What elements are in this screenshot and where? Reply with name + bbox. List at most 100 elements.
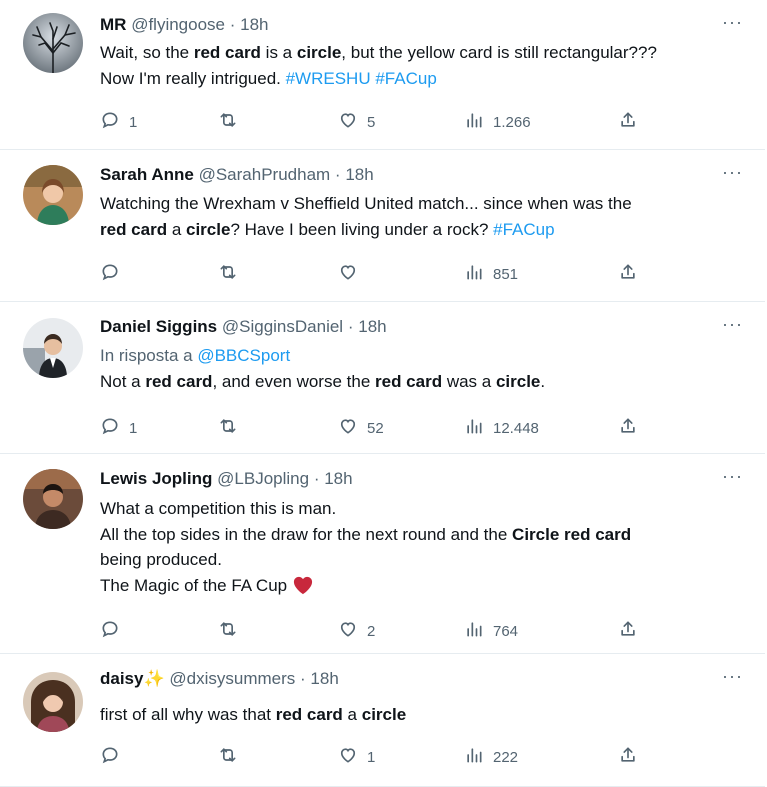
display-name[interactable]: Lewis Jopling	[100, 469, 212, 488]
sparkles-emoji: ✨	[143, 669, 165, 688]
tweet-header: Lewis Jopling @LBJopling · 18h	[100, 468, 353, 490]
avatar[interactable]	[23, 672, 83, 732]
text-segment: a	[342, 705, 362, 724]
like-button[interactable]: 5	[338, 110, 375, 134]
tweet-text: Watching the Wrexham v Sheffield United …	[100, 191, 750, 242]
avatar[interactable]	[23, 165, 83, 225]
reply-to-handle-link[interactable]: @BBCSport	[197, 346, 290, 365]
more-options-icon[interactable]: ···	[722, 12, 743, 33]
reply-icon	[100, 110, 120, 134]
views-button[interactable]: 12.448	[464, 416, 539, 440]
user-handle[interactable]: @dxisysummers	[169, 669, 295, 688]
share-button[interactable]	[618, 110, 638, 134]
more-options-icon[interactable]: ···	[722, 666, 743, 687]
views-chart-icon	[464, 416, 484, 440]
views-button[interactable]: 222	[464, 745, 518, 769]
more-options-icon[interactable]: ···	[722, 162, 743, 183]
text-segment: first of all why was that	[100, 705, 276, 724]
text-segment: Now I'm really intrigued.	[100, 68, 286, 88]
tweet[interactable]: Lewis Jopling @LBJopling · 18h ··· What a …	[0, 454, 765, 654]
text-segment: was a	[442, 371, 496, 391]
like-button[interactable]	[338, 262, 367, 286]
timestamp[interactable]: 18h	[310, 669, 338, 688]
text-segment: , but the yellow card is still rectangul…	[341, 43, 657, 62]
reply-count: 1	[129, 419, 138, 437]
tweet[interactable]: Sarah Anne @SarahPrudham · 18h ··· Watchin…	[0, 150, 765, 302]
display-name[interactable]: MR	[100, 15, 126, 34]
text-segment: a	[167, 219, 186, 239]
heart-icon	[338, 262, 358, 286]
user-handle[interactable]: @SarahPrudham	[199, 165, 331, 184]
share-icon	[618, 262, 638, 286]
tweet-header: daisy✨ @dxisysummers · 18h	[100, 668, 339, 690]
hashtag-link[interactable]: #FACup	[375, 69, 436, 88]
avatar[interactable]	[23, 469, 83, 529]
retweet-button[interactable]	[218, 619, 247, 643]
tweet[interactable]: MR @flyingoose · 18h ··· Wait, so the red …	[0, 0, 765, 150]
reply-button[interactable]	[100, 745, 129, 769]
like-button[interactable]: 1	[338, 745, 375, 769]
tweet[interactable]: daisy✨ @dxisysummers · 18h ··· first of al…	[0, 654, 765, 787]
separator-dot: ·	[229, 15, 236, 34]
retweet-icon	[218, 262, 238, 286]
highlighted-keyword: red card	[193, 43, 261, 62]
retweet-button[interactable]	[218, 745, 247, 769]
like-button[interactable]: 52	[338, 416, 384, 440]
reply-button[interactable]: 1	[100, 110, 137, 134]
more-options-icon[interactable]: ···	[722, 314, 743, 335]
separator-dot: ·	[313, 469, 320, 488]
timestamp[interactable]: 18h	[324, 469, 352, 488]
views-button[interactable]: 851	[464, 262, 518, 286]
like-count: 52	[367, 419, 384, 437]
views-count: 851	[493, 265, 519, 283]
reply-button[interactable]	[100, 262, 129, 286]
hashtag-link[interactable]: #FACup	[493, 220, 554, 239]
avatar[interactable]	[23, 318, 83, 378]
highlighted-keyword: red card	[145, 371, 213, 391]
views-button[interactable]: 1.266	[464, 110, 531, 134]
user-handle[interactable]: @SigginsDaniel	[222, 317, 343, 336]
tweet-header: Sarah Anne @SarahPrudham · 18h	[100, 164, 374, 186]
tweet-text: In risposta a @BBCSport Not a red card, a…	[100, 343, 750, 394]
reply-button[interactable]: 1	[100, 416, 137, 440]
text-segment: .	[540, 371, 546, 391]
display-name[interactable]: Daniel Siggins	[100, 317, 217, 336]
hashtag-link[interactable]: #WRESHU	[286, 69, 371, 88]
timestamp[interactable]: 18h	[240, 15, 268, 34]
share-button[interactable]	[618, 416, 638, 440]
text-segment: The Magic of the FA Cup	[100, 575, 292, 595]
share-button[interactable]	[618, 619, 638, 643]
user-handle[interactable]: @flyingoose	[131, 15, 225, 34]
highlighted-keyword: Circle red card	[512, 524, 632, 544]
retweet-icon	[218, 619, 238, 643]
timestamp[interactable]: 18h	[345, 165, 373, 184]
share-icon	[618, 416, 638, 440]
user-handle[interactable]: @LBJopling	[217, 469, 309, 488]
share-button[interactable]	[618, 262, 638, 286]
reply-icon	[100, 619, 120, 643]
tweet-text: Wait, so the red card is a circle, but t…	[100, 40, 750, 91]
views-count: 1.266	[493, 113, 531, 131]
retweet-button[interactable]	[218, 110, 247, 134]
avatar[interactable]	[23, 13, 83, 73]
separator-dot: ·	[347, 317, 354, 336]
display-name[interactable]: daisy	[100, 669, 143, 688]
reply-button[interactable]	[100, 619, 129, 643]
views-button[interactable]: 764	[464, 619, 518, 643]
display-name[interactable]: Sarah Anne	[100, 165, 194, 184]
highlighted-keyword: circle	[361, 705, 407, 724]
reply-icon	[100, 262, 120, 286]
like-button[interactable]: 2	[338, 619, 375, 643]
separator-dot: ·	[300, 669, 306, 688]
retweet-button[interactable]	[218, 416, 247, 440]
red-heart-emoji	[293, 576, 312, 594]
share-button[interactable]	[618, 745, 638, 769]
retweet-button[interactable]	[218, 262, 247, 286]
tweet[interactable]: Daniel Siggins @SigginsDaniel · 18h ··· In…	[0, 302, 765, 454]
more-options-icon[interactable]: ···	[722, 466, 743, 487]
reply-icon	[100, 745, 120, 769]
timestamp[interactable]: 18h	[358, 317, 386, 336]
heart-icon	[338, 416, 358, 440]
tweet-header: Daniel Siggins @SigginsDaniel · 18h	[100, 316, 387, 338]
text-line: What a competition this is man.	[100, 496, 750, 522]
